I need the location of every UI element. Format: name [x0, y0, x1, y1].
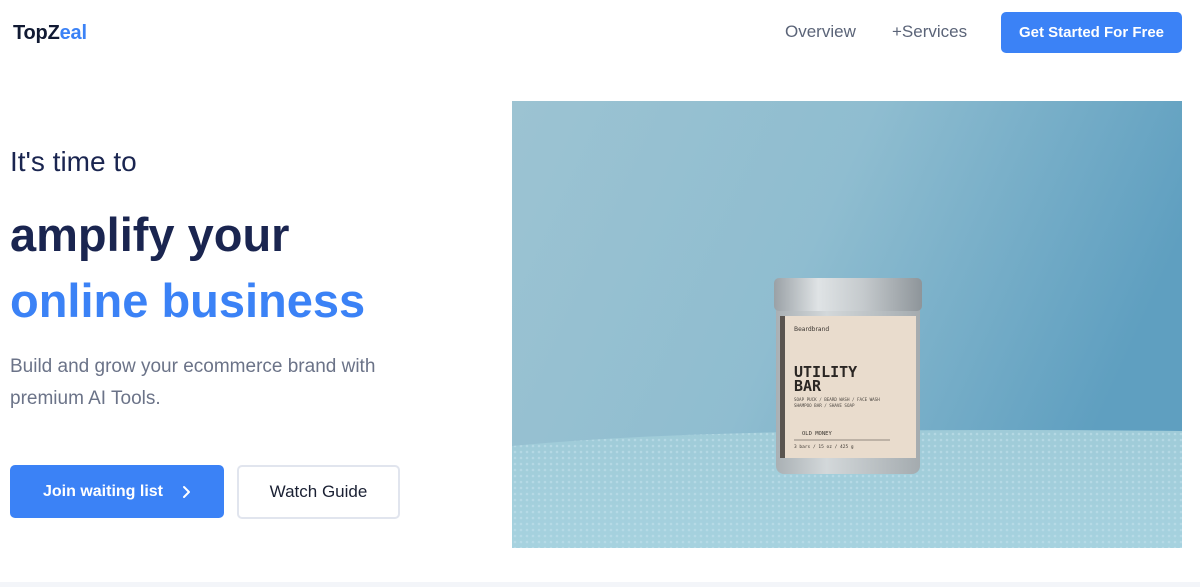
product-scent: OLD MONEY: [802, 431, 832, 437]
hero-product-image: Beardbrand UTILITY BAR SOAP PUCK / BEARD…: [512, 101, 1182, 548]
logo-accent: eal: [59, 22, 87, 44]
join-waiting-list-label: Join waiting list: [42, 482, 163, 500]
product-name-line2: BAR: [794, 377, 822, 395]
hero-title-line2: online business: [10, 274, 366, 327]
product-size: 3 bars / 15 oz / 425 g: [794, 444, 854, 450]
chevron-right-icon: [183, 485, 190, 498]
watch-guide-button[interactable]: Watch Guide: [237, 465, 400, 519]
join-waiting-list-button[interactable]: Join waiting list: [10, 465, 224, 518]
hero-pre-title: It's time to: [10, 146, 137, 177]
hero-title-line1: amplify your: [10, 208, 290, 261]
hero-subtitle: Build and grow your ecommerce brand with…: [10, 356, 376, 409]
product-uses-line2: SHAMPOO BAR / SHAVE SOAP: [794, 403, 855, 408]
site-header: TopZeal Overview +Services Get Started F…: [0, 0, 1200, 70]
product-photo: Beardbrand UTILITY BAR SOAP PUCK / BEARD…: [512, 101, 1182, 548]
section-divider: [0, 582, 1200, 587]
product-uses-line1: SOAP PUCK / BEARD WASH / FACE WASH: [794, 397, 880, 402]
product-brand-text: Beardbrand: [794, 326, 829, 333]
nav-services[interactable]: +Services: [892, 22, 967, 42]
logo-prefix: TopZ: [13, 22, 60, 44]
get-started-button[interactable]: Get Started For Free: [1001, 12, 1182, 53]
nav-overview[interactable]: Overview: [785, 22, 856, 42]
logo[interactable]: TopZeal: [13, 22, 87, 45]
